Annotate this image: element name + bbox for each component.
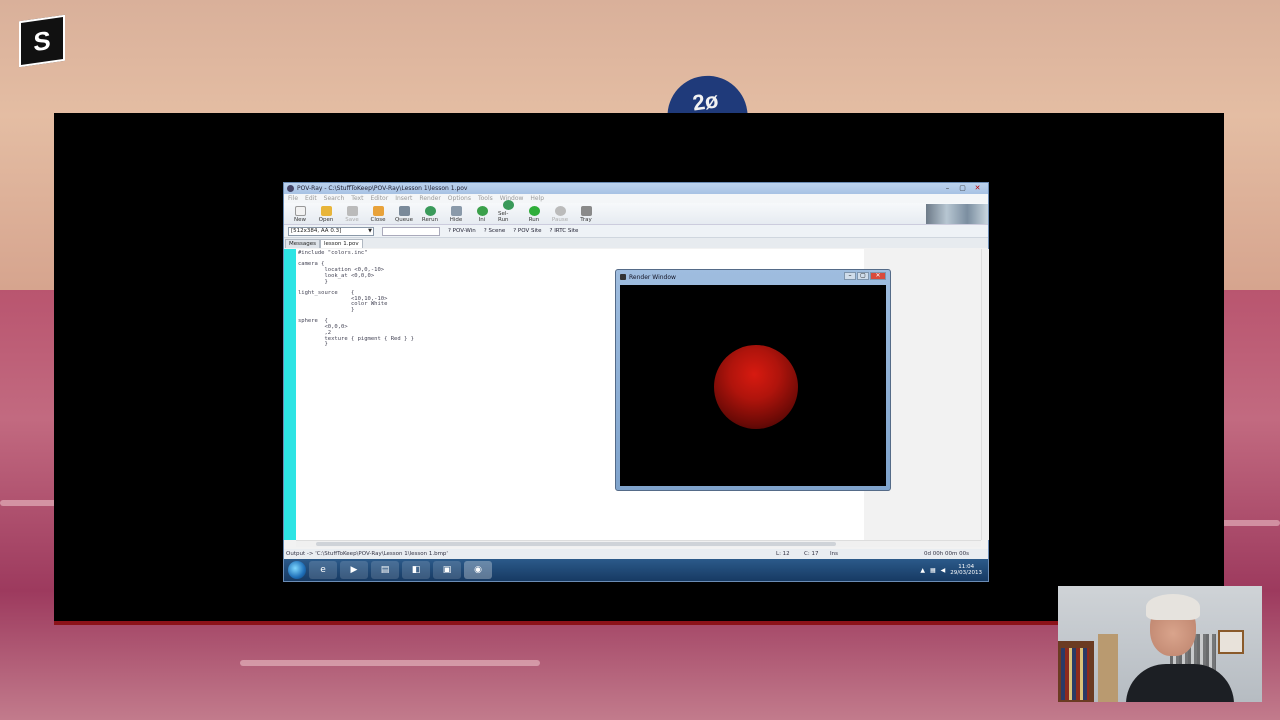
hide-icon: [450, 206, 462, 216]
render-window-icon: [620, 274, 626, 280]
ini-icon: [476, 206, 488, 216]
status-column: C: 17: [804, 551, 819, 557]
render-window-title: Render Window: [629, 273, 676, 281]
presenter-body: [1126, 664, 1234, 702]
video-frame-accent: [54, 621, 1224, 625]
explorer-icon[interactable]: ▤: [371, 561, 399, 579]
close-file-icon: [372, 206, 384, 216]
editor-gutter: [284, 249, 296, 540]
menu-help[interactable]: Help: [530, 195, 544, 202]
clock[interactable]: 11:04 29/03/2013: [950, 564, 982, 576]
start-button[interactable]: [288, 561, 306, 579]
window-title: POV-Ray - C:\StuffToKeep\POV-Ray\Lesson …: [297, 185, 468, 192]
folder-icon[interactable]: ▣: [433, 561, 461, 579]
maximize-button[interactable]: ▢: [958, 185, 967, 192]
rerun-button[interactable]: Rerun: [420, 206, 440, 224]
pause-icon: [554, 206, 566, 216]
queue-icon: [398, 206, 410, 216]
chevron-down-icon: ▼: [368, 227, 372, 234]
menu-search[interactable]: Search: [324, 195, 345, 202]
close-button[interactable]: ✕: [973, 185, 982, 192]
menu-options[interactable]: Options: [448, 195, 471, 202]
vertical-scrollbar[interactable]: [981, 249, 989, 540]
close-file-button[interactable]: Close: [368, 206, 388, 224]
render-window[interactable]: Render Window – ▢ ✕: [615, 269, 891, 491]
hide-button[interactable]: Hide: [446, 206, 466, 224]
render-minimize-button[interactable]: –: [844, 272, 856, 280]
menu-insert[interactable]: Insert: [395, 195, 412, 202]
channel-logo: S: [19, 14, 65, 68]
books: [1061, 648, 1089, 700]
presenter-hair: [1146, 594, 1200, 620]
status-output: Output -> 'C:\StuffToKeep\POV-Ray\Lesson…: [286, 551, 448, 557]
new-button[interactable]: New: [290, 206, 310, 224]
help-irtc-link[interactable]: ? IRTC Site: [550, 228, 579, 234]
render-close-button[interactable]: ✕: [870, 272, 886, 280]
generic-app-icon[interactable]: ◧: [402, 561, 430, 579]
tab-lesson1[interactable]: lesson 1.pov: [319, 239, 363, 248]
background-streak: [240, 660, 540, 666]
media-player-icon[interactable]: ▶: [340, 561, 368, 579]
menu-file[interactable]: File: [288, 195, 298, 202]
status-mode: Ins: [830, 551, 838, 557]
status-render-time: 0d 00h 00m 00s: [924, 551, 969, 557]
secondary-toolbar: [512x384, AA 0.3] ▼ ? POV-Win ? Scene ? P…: [284, 225, 988, 238]
network-icon[interactable]: ▦: [930, 567, 936, 574]
menu-editor[interactable]: Editor: [370, 195, 388, 202]
menu-render[interactable]: Render: [419, 195, 440, 202]
rerun-icon: [424, 206, 436, 216]
ie-icon[interactable]: e: [309, 561, 337, 579]
help-povsite-link[interactable]: ? POV Site: [513, 228, 541, 234]
webcam-overlay: [1058, 586, 1262, 702]
tray-button[interactable]: Tray: [576, 206, 596, 224]
sel-run-icon: [502, 200, 514, 210]
title-bar: POV-Ray - C:\StuffToKeep\POV-Ray\Lesson …: [284, 183, 988, 194]
save-button[interactable]: Save: [342, 206, 362, 224]
menu-bar: File Edit Search Text Editor Insert Rend…: [284, 194, 988, 203]
help-scene-link[interactable]: ? Scene: [484, 228, 505, 234]
povray-icon[interactable]: ◉: [464, 561, 492, 579]
ini-button[interactable]: Ini: [472, 206, 492, 224]
render-canvas: [620, 285, 886, 486]
tray-icon: [580, 206, 592, 216]
open-folder-icon: [320, 206, 332, 216]
horizontal-scrollbar[interactable]: [296, 540, 981, 547]
windows-taskbar: e ▶ ▤ ◧ ▣ ◉ ▲ ▦ ◀ 11:04 29/03/2013: [284, 559, 988, 581]
minimize-button[interactable]: –: [943, 185, 952, 192]
run-button[interactable]: Run: [524, 206, 544, 224]
pause-button[interactable]: Pause: [550, 206, 570, 224]
status-line: L: 12: [776, 551, 790, 557]
rendered-red-sphere: [714, 345, 798, 429]
scrollbar-thumb[interactable]: [316, 542, 836, 546]
door: [1098, 634, 1118, 702]
editor-tabs: Messages lesson 1.pov: [284, 238, 988, 248]
resolution-select[interactable]: [512x384, AA 0.3] ▼: [288, 226, 374, 236]
code-text: #include "colors.inc" camera { location …: [298, 250, 414, 348]
menu-text[interactable]: Text: [351, 195, 363, 202]
help-povwin-link[interactable]: ? POV-Win: [448, 228, 476, 234]
render-maximize-button[interactable]: ▢: [857, 272, 869, 280]
main-toolbar: New Open Save Close Queue Rerun Hide Ini…: [284, 200, 988, 225]
povray-banner-image: [926, 204, 988, 224]
status-bar: Output -> 'C:\StuffToKeep\POV-Ray\Lesson…: [284, 549, 988, 559]
system-tray: ▲ ▦ ◀ 11:04 29/03/2013: [920, 564, 988, 576]
sel-run-button[interactable]: Sel-Run: [498, 200, 518, 224]
picture-frame: [1218, 630, 1244, 654]
tab-messages[interactable]: Messages: [285, 239, 320, 248]
new-file-icon: [294, 206, 306, 216]
save-icon: [346, 206, 358, 216]
menu-edit[interactable]: Edit: [305, 195, 317, 202]
queue-button[interactable]: Queue: [394, 206, 414, 224]
run-icon: [528, 206, 540, 216]
tray-arrow-icon[interactable]: ▲: [920, 567, 925, 574]
command-line-field[interactable]: [382, 226, 440, 236]
volume-icon[interactable]: ◀: [941, 567, 946, 574]
open-button[interactable]: Open: [316, 206, 336, 224]
povray-app-icon: [287, 185, 294, 192]
menu-tools[interactable]: Tools: [478, 195, 493, 202]
